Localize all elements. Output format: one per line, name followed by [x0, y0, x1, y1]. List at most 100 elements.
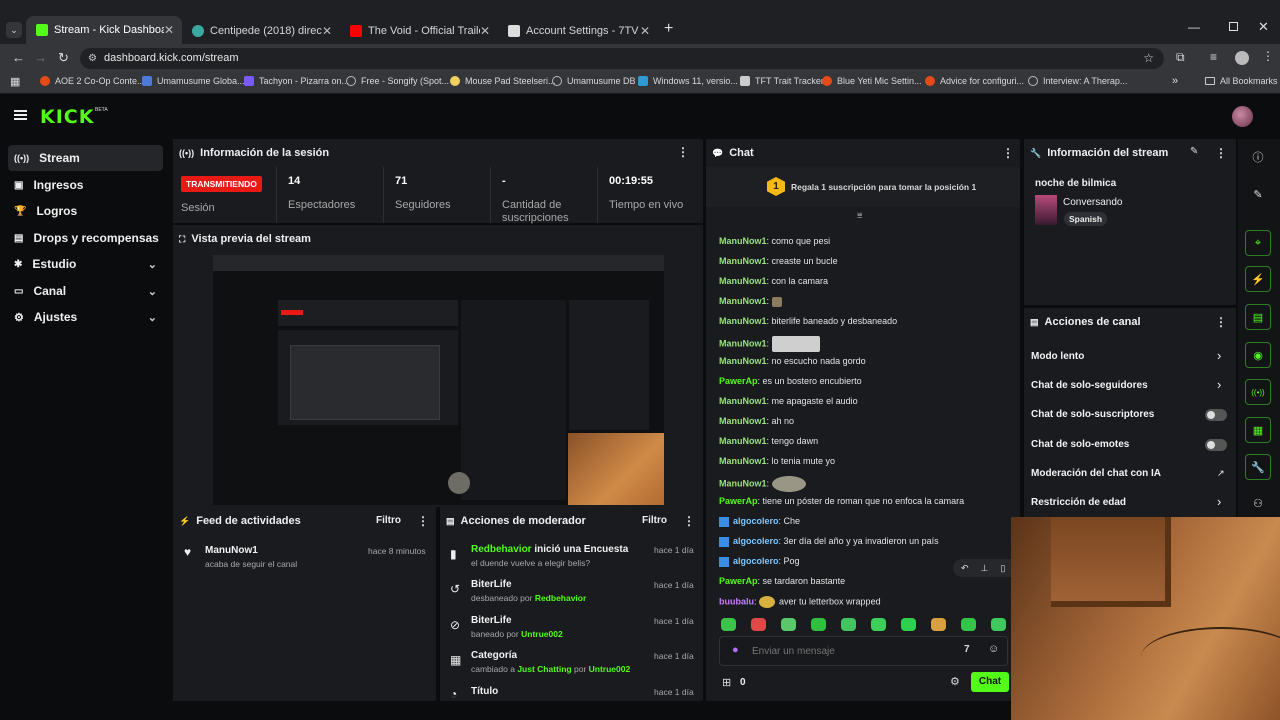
- ai-moderation-row[interactable]: Moderación del chat con IA: [1031, 468, 1161, 479]
- mod-user-link[interactable]: Untrue002: [589, 664, 631, 674]
- chat-message[interactable]: algocolero: Che: [719, 516, 800, 527]
- chat-message[interactable]: ManuNow1: tengo dawn: [719, 436, 818, 446]
- nav-stream[interactable]: ((•)) Stream: [8, 145, 163, 171]
- followers-only-row[interactable]: Chat de solo-seguidores: [1031, 380, 1148, 391]
- camera-focus-icon[interactable]: ⌖: [1245, 230, 1271, 256]
- extensions-icon[interactable]: ⧉: [1176, 50, 1185, 65]
- more-options-icon[interactable]: ⋮: [1215, 315, 1227, 329]
- mod-filter-button[interactable]: Filtro: [642, 515, 667, 526]
- more-bookmarks-icon[interactable]: »: [1172, 75, 1178, 87]
- chevron-right-icon[interactable]: ›: [1217, 348, 1221, 363]
- emotes-only-toggle[interactable]: [1205, 439, 1227, 451]
- url-input[interactable]: ⚙ dashboard.kick.com/stream ☆: [80, 48, 1164, 69]
- chat-message-input[interactable]: [752, 643, 942, 660]
- chat-message[interactable]: ManuNow1: no escucho nada gordo: [719, 356, 866, 366]
- nav-ingresos[interactable]: ▣ Ingresos: [8, 172, 163, 198]
- chat-message[interactable]: ManuNow1: lo tenia mute yo: [719, 456, 835, 466]
- chat-message[interactable]: ManuNow1:: [719, 336, 820, 352]
- bookmark-item[interactable]: TFT Trait Tracker: [740, 76, 824, 86]
- chat-message[interactable]: PawerAp: se tardaron bastante: [719, 576, 845, 586]
- tab-search-button[interactable]: ⌄: [6, 22, 22, 38]
- bookmark-item[interactable]: Free - Songify (Spot...: [346, 76, 449, 86]
- tab-centipede[interactable]: Centipede (2018) directed by Al ✕: [182, 18, 340, 44]
- emote-icon[interactable]: [751, 618, 766, 631]
- chat-username[interactable]: ManuNow1: [719, 416, 767, 426]
- pencil-icon[interactable]: ✎: [1245, 181, 1271, 207]
- chat-username[interactable]: PawerAp: [719, 376, 758, 386]
- close-tab-icon[interactable]: ✕: [164, 23, 174, 37]
- category-thumbnail[interactable]: [1035, 195, 1057, 225]
- chat-message[interactable]: PawerAp: tiene un póster de roman que no…: [719, 496, 964, 506]
- chat-message[interactable]: buubalu: aver tu letterbox wrapped: [719, 596, 881, 608]
- stream-preview-video[interactable]: [213, 255, 664, 505]
- activity-filter-button[interactable]: Filtro: [376, 515, 401, 526]
- chat-username[interactable]: algocolero: [733, 556, 779, 566]
- close-window-icon[interactable]: ✕: [1258, 19, 1269, 35]
- chat-message[interactable]: ManuNow1: biterlife baneado y desbaneado: [719, 316, 897, 326]
- reply-icon[interactable]: ↶: [961, 563, 969, 574]
- chat-username[interactable]: ManuNow1: [719, 256, 767, 266]
- chat-message[interactable]: ManuNow1: con la camara: [719, 276, 828, 286]
- apps-grid-icon[interactable]: ▦: [10, 75, 20, 88]
- reload-icon[interactable]: ↻: [58, 50, 69, 66]
- broadcast-icon[interactable]: ((•)): [1245, 379, 1271, 405]
- chat-username[interactable]: buubalu: [719, 596, 754, 606]
- chat-username[interactable]: PawerAp: [719, 576, 758, 586]
- nav-ajustes[interactable]: ⚙ Ajustes ⌄: [8, 304, 163, 330]
- bookmark-item[interactable]: Windows 11, versio...: [638, 76, 738, 86]
- category-name[interactable]: Conversando: [1063, 197, 1122, 208]
- emote-icon[interactable]: [841, 618, 856, 631]
- chat-username[interactable]: ManuNow1: [719, 316, 767, 326]
- chat-message[interactable]: PawerAp: es un bostero encubierto: [719, 376, 862, 386]
- kick-logo[interactable]: KICK: [40, 106, 94, 128]
- close-tab-icon[interactable]: ✕: [480, 24, 490, 38]
- chevron-right-icon[interactable]: ›: [1217, 494, 1221, 509]
- chat-username[interactable]: ManuNow1: [719, 338, 767, 348]
- tab-kick-dashboard[interactable]: Stream - Kick Dashboard ✕: [26, 16, 182, 44]
- more-options-icon[interactable]: ⋮: [677, 145, 689, 159]
- chat-username[interactable]: ManuNow1: [719, 296, 767, 306]
- 7tv-icon[interactable]: 7: [964, 644, 970, 655]
- mod-category-link[interactable]: Just Chatting: [517, 664, 571, 674]
- nav-estudio[interactable]: ✱ Estudio ⌄: [8, 251, 163, 277]
- chat-username[interactable]: ManuNow1: [719, 356, 767, 366]
- mod-user-link[interactable]: Redbehavior: [471, 544, 532, 555]
- emote-icon[interactable]: [721, 618, 736, 631]
- chat-message[interactable]: ManuNow1: me apagaste el audio: [719, 396, 858, 406]
- more-options-icon[interactable]: ⋮: [1215, 146, 1227, 160]
- mod-user-link[interactable]: Redbehavior: [535, 593, 587, 603]
- chat-message[interactable]: ManuNow1:: [719, 476, 806, 492]
- chat-username[interactable]: ManuNow1: [719, 396, 767, 406]
- chat-username[interactable]: ManuNow1: [719, 436, 767, 446]
- emote-icon[interactable]: [991, 618, 1006, 631]
- chat-message[interactable]: ManuNow1: como que pesi: [719, 236, 830, 246]
- emote-icon[interactable]: [961, 618, 976, 631]
- chat-message[interactable]: algocolero: Pog: [719, 556, 800, 567]
- new-tab-button[interactable]: +: [664, 20, 673, 38]
- emote-icon[interactable]: [931, 618, 946, 631]
- chat-scroll-handle[interactable]: ⩸: [857, 210, 862, 221]
- emoji-icon[interactable]: ☺: [988, 643, 999, 655]
- subscribers-only-toggle[interactable]: [1205, 409, 1227, 421]
- info-icon[interactable]: ⓘ: [1245, 144, 1271, 170]
- bookmark-item[interactable]: Blue Yeti Mic Settin...: [822, 76, 922, 86]
- site-info-icon[interactable]: ⚙: [88, 48, 97, 69]
- bookmark-item[interactable]: Tachyon - Pizarra on...: [244, 76, 349, 86]
- chat-icon[interactable]: ◉: [1245, 342, 1271, 368]
- browser-menu-icon[interactable]: ⋮: [1262, 49, 1274, 63]
- chat-message[interactable]: algocolero: 3er día del año y ya invadie…: [719, 536, 939, 547]
- chat-settings-icon[interactable]: ⚙: [950, 675, 960, 688]
- more-options-icon[interactable]: ⋮: [1002, 146, 1014, 160]
- chat-username[interactable]: ManuNow1: [719, 236, 767, 246]
- bookmark-item[interactable]: Interview: A Therap...: [1028, 76, 1127, 86]
- chat-username[interactable]: algocolero: [733, 536, 779, 546]
- nav-canal[interactable]: ▭ Canal ⌄: [8, 278, 163, 304]
- profile-icon[interactable]: [1235, 51, 1249, 65]
- more-options-icon[interactable]: ⋮: [683, 514, 695, 528]
- list-icon[interactable]: ▦: [1245, 417, 1271, 443]
- bookmark-item[interactable]: AOE 2 Co-Op Conte...: [40, 76, 145, 86]
- close-tab-icon[interactable]: ✕: [640, 24, 650, 38]
- nav-logros[interactable]: 🏆 Logros: [8, 198, 163, 224]
- chat-username[interactable]: algocolero: [733, 516, 779, 526]
- chat-message[interactable]: ManuNow1:: [719, 296, 782, 307]
